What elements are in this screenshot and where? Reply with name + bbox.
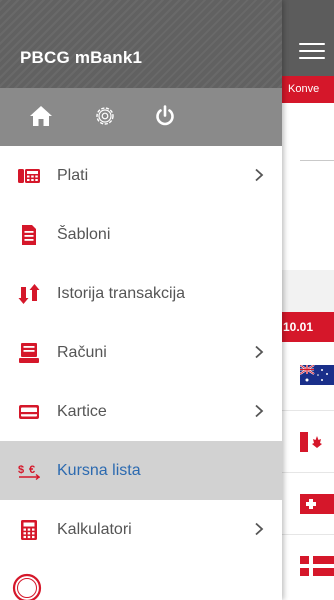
menu-item-istorija-transakcija[interactable]: Istorija transakcija: [0, 264, 282, 323]
background-screen: Konve 10.01: [282, 0, 334, 600]
home-icon[interactable]: [28, 103, 54, 129]
menu-item-label: Računi: [57, 344, 107, 361]
chevron-right-icon: [252, 404, 266, 418]
menu-item-label: Kartice: [57, 403, 107, 420]
menu-item-label: Kursna lista: [57, 462, 141, 479]
account-icon: [18, 342, 40, 364]
menu-item-kursna-lista[interactable]: $ € Kursna lista: [0, 441, 282, 500]
banner-strip: Konve: [282, 76, 334, 103]
menu-item-plati[interactable]: Plati: [0, 146, 282, 205]
grey-band: [282, 270, 334, 312]
date-strip: 10.01: [282, 312, 334, 342]
navigation-drawer: PBCG mBank1 Plati Šabloni Istorija trans…: [0, 0, 282, 600]
divider-line: [300, 160, 334, 161]
australia-flag-icon: [300, 365, 334, 385]
svg-text:€: €: [29, 464, 35, 476]
calculator-icon: [18, 519, 40, 541]
settings-gear-icon[interactable]: [92, 103, 118, 129]
drawer-header: PBCG mBank1: [0, 0, 282, 88]
power-logout-icon[interactable]: [152, 103, 178, 129]
hamburger-menu-icon[interactable]: [299, 43, 325, 59]
menu-item-label: Šabloni: [57, 226, 111, 243]
menu-item-partial[interactable]: [0, 559, 282, 600]
menu-item-racuni[interactable]: Računi: [0, 323, 282, 382]
document-icon: [18, 224, 40, 246]
clock-icon: [12, 573, 42, 600]
phone-icon: [18, 165, 40, 187]
chevron-right-icon: [252, 345, 266, 359]
card-icon: [18, 401, 40, 423]
background-top-bar: [282, 0, 334, 76]
menu-item-label: Kalkulatori: [57, 521, 132, 538]
menu-item-sabloni[interactable]: Šabloni: [0, 205, 282, 264]
canada-flag-icon: [300, 432, 334, 452]
switzerland-flag-icon: [300, 494, 334, 514]
menu-item-label: Istorija transakcija: [57, 285, 186, 302]
currency-exchange-icon: $ €: [18, 460, 41, 482]
transaction-history-icon: [18, 283, 40, 305]
menu-item-kalkulatori[interactable]: Kalkulatori: [0, 500, 282, 559]
menu-item-label: Plati: [57, 167, 89, 184]
chevron-right-icon: [252, 168, 266, 182]
chevron-right-icon: [252, 522, 266, 536]
denmark-flag-icon: [300, 556, 334, 576]
drawer-menu: Plati Šabloni Istorija transakcija Račun…: [0, 146, 282, 600]
menu-item-kartice[interactable]: Kartice: [0, 382, 282, 441]
svg-text:$: $: [18, 464, 24, 476]
drawer-toolbar: [0, 88, 282, 146]
app-title: PBCG mBank1: [20, 48, 143, 67]
